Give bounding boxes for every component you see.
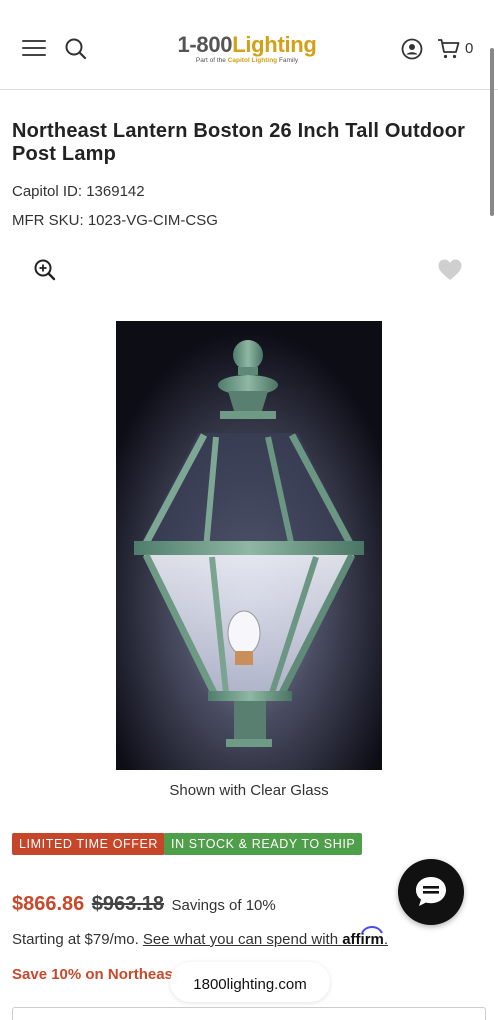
price-row: $866.86 $963.18 Savings of 10% [12, 893, 276, 916]
capitol-id: Capitol ID: 1369142 [12, 183, 145, 200]
savings-text: Savings of 10% [171, 897, 276, 914]
product-image[interactable] [116, 321, 382, 770]
product-title: Northeast Lantern Boston 26 Inch Tall Ou… [12, 120, 466, 165]
zoom-in-icon[interactable] [33, 258, 57, 282]
chat-button[interactable] [398, 859, 464, 925]
promo-banner[interactable]: Save 10% on Northeast [12, 966, 178, 983]
account-icon[interactable] [401, 38, 423, 60]
limited-offer-badge: LIMITED TIME OFFER [12, 833, 166, 855]
site-header: 1-800Lighting Part of the Capitol Lighti… [0, 0, 498, 90]
affirm-link[interactable]: See what you can spend with affirm. [143, 926, 388, 948]
next-section-edge [12, 1007, 486, 1020]
cart-icon[interactable] [437, 38, 461, 60]
site-logo[interactable]: 1-800Lighting Part of the Capitol Lighti… [172, 33, 322, 65]
cart-count[interactable]: 0 [465, 40, 473, 57]
mfr-sku: MFR SKU: 1023-VG-CIM-CSG [12, 212, 218, 229]
menu-icon[interactable] [22, 40, 46, 58]
image-caption: Shown with Clear Glass [169, 782, 329, 799]
scrollbar[interactable] [490, 48, 494, 216]
wishlist-heart-icon[interactable] [437, 258, 463, 282]
financing-row: Starting at $79/mo. See what you can spe… [12, 926, 388, 948]
browser-url[interactable]: 1800lighting.com [170, 976, 330, 993]
financing-prefix: Starting at $79/mo. [12, 931, 139, 948]
chat-bubble-icon [416, 877, 446, 906]
in-stock-badge: IN STOCK & READY TO SHIP [164, 833, 363, 855]
affirm-logo: affirm [342, 926, 384, 948]
original-price: $963.18 [91, 893, 165, 915]
search-icon[interactable] [64, 37, 88, 61]
sale-price: $866.86 [12, 893, 85, 915]
